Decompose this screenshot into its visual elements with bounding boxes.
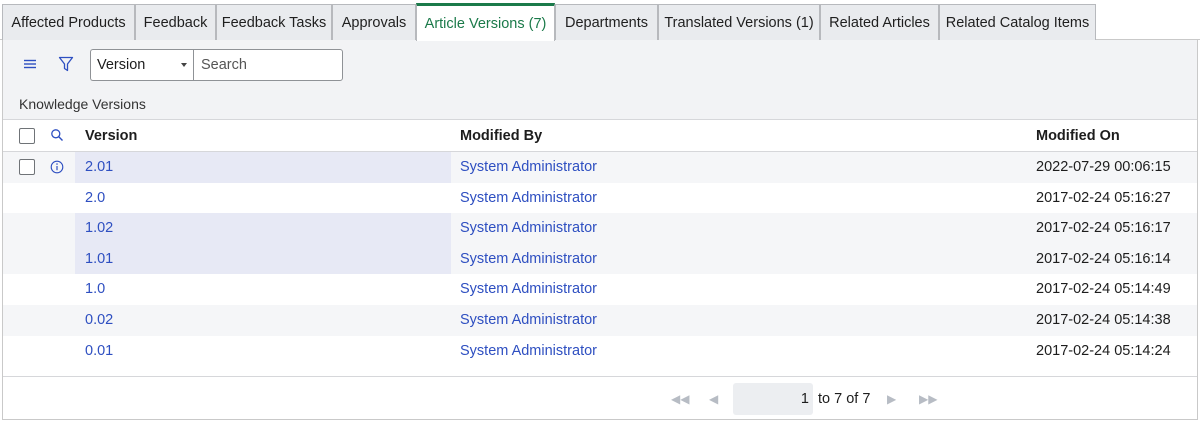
table-header: Version Modified By Modified On (3, 120, 1197, 152)
tab-affected-products[interactable]: Affected Products (2, 4, 135, 40)
tab-departments[interactable]: Departments (555, 4, 658, 40)
modified-on-value: 2017-02-24 05:16:14 (1036, 250, 1171, 267)
modified-on-value: 2017-02-24 05:16:17 (1036, 220, 1171, 237)
modified-on-value: 2017-02-24 05:16:27 (1036, 189, 1171, 206)
version-cell-highlight (75, 152, 451, 183)
modified-by-link[interactable]: System Administrator (460, 190, 597, 206)
first-page-icon[interactable]: ◀◀ (671, 392, 689, 406)
list-toolbar: Version (3, 40, 1197, 88)
version-cell-highlight (75, 243, 451, 275)
version-link[interactable]: 2.0 (85, 190, 105, 206)
next-page-icon[interactable]: ▶ (887, 392, 896, 406)
modified-by-link[interactable]: System Administrator (460, 312, 597, 328)
related-list-tabs: Affected Products Feedback Feedback Task… (0, 0, 1200, 41)
info-icon[interactable] (50, 160, 64, 174)
select-all-checkbox[interactable] (19, 128, 35, 144)
tab-feedback-tasks[interactable]: Feedback Tasks (216, 4, 332, 40)
table-row: 2.01 System Administrator 2022-07-29 00:… (3, 152, 1197, 183)
section-title-text: Knowledge Versions (19, 95, 146, 112)
column-header-modified-by[interactable]: Modified By (460, 128, 542, 144)
modified-by-link[interactable]: System Administrator (460, 343, 597, 359)
version-link[interactable]: 2.01 (85, 159, 113, 175)
pagination: ◀◀ ◀ to 7 of 7 ▶ ▶▶ (3, 376, 1197, 420)
pagination-range: to 7 of 7 (818, 391, 871, 407)
tab-approvals[interactable]: Approvals (332, 4, 416, 40)
column-header-modified-on[interactable]: Modified On (1036, 128, 1120, 144)
table-row: 1.01 System Administrator 2017-02-24 05:… (3, 243, 1197, 275)
version-link[interactable]: 1.02 (85, 220, 113, 236)
related-list-frame: Version Knowledge Versions Version Modif… (2, 40, 1198, 420)
tab-feedback[interactable]: Feedback (135, 4, 216, 40)
tab-article-versions[interactable]: Article Versions (7) (416, 3, 555, 41)
modified-by-link[interactable]: System Administrator (460, 159, 597, 175)
table-row: 0.01 System Administrator 2017-02-24 05:… (3, 336, 1197, 367)
modified-on-value: 2022-07-29 00:06:15 (1036, 159, 1171, 175)
search-field-select-value: Version (97, 57, 146, 73)
version-link[interactable]: 1.0 (85, 281, 105, 297)
modified-by-link[interactable]: System Administrator (460, 281, 597, 297)
tab-related-catalog-items[interactable]: Related Catalog Items (939, 4, 1096, 40)
modified-on-value: 2017-02-24 05:14:38 (1036, 311, 1171, 328)
hamburger-menu-icon[interactable] (21, 55, 39, 73)
version-link[interactable]: 0.02 (85, 312, 113, 328)
table-row: 1.02 System Administrator 2017-02-24 05:… (3, 213, 1197, 244)
table-row: 1.0 System Administrator 2017-02-24 05:1… (3, 274, 1197, 305)
version-cell-highlight (75, 213, 451, 244)
version-link[interactable]: 0.01 (85, 343, 113, 359)
modified-on-value: 2017-02-24 05:14:24 (1036, 342, 1171, 359)
search-field-select[interactable]: Version (90, 49, 194, 81)
search-input[interactable] (193, 49, 343, 81)
page-number-input[interactable] (733, 383, 813, 415)
filter-icon[interactable] (57, 55, 75, 73)
chevron-down-icon (181, 63, 187, 67)
modified-by-link[interactable]: System Administrator (460, 220, 597, 236)
column-header-version[interactable]: Version (85, 128, 137, 144)
table-body: 2.01 System Administrator 2022-07-29 00:… (3, 152, 1197, 366)
modified-by-link[interactable]: System Administrator (460, 251, 597, 267)
version-link[interactable]: 1.01 (85, 251, 113, 267)
row-checkbox[interactable] (19, 159, 35, 175)
tab-related-articles[interactable]: Related Articles (820, 4, 939, 40)
table-row: 2.0 System Administrator 2017-02-24 05:1… (3, 183, 1197, 214)
modified-on-value: 2017-02-24 05:14:49 (1036, 281, 1171, 298)
tab-translated-versions[interactable]: Translated Versions (1) (658, 4, 820, 40)
previous-page-icon[interactable]: ◀ (709, 392, 718, 406)
section-title: Knowledge Versions (3, 88, 1197, 120)
last-page-icon[interactable]: ▶▶ (919, 392, 937, 406)
search-icon[interactable] (50, 128, 64, 142)
table-row: 0.02 System Administrator 2017-02-24 05:… (3, 304, 1197, 336)
